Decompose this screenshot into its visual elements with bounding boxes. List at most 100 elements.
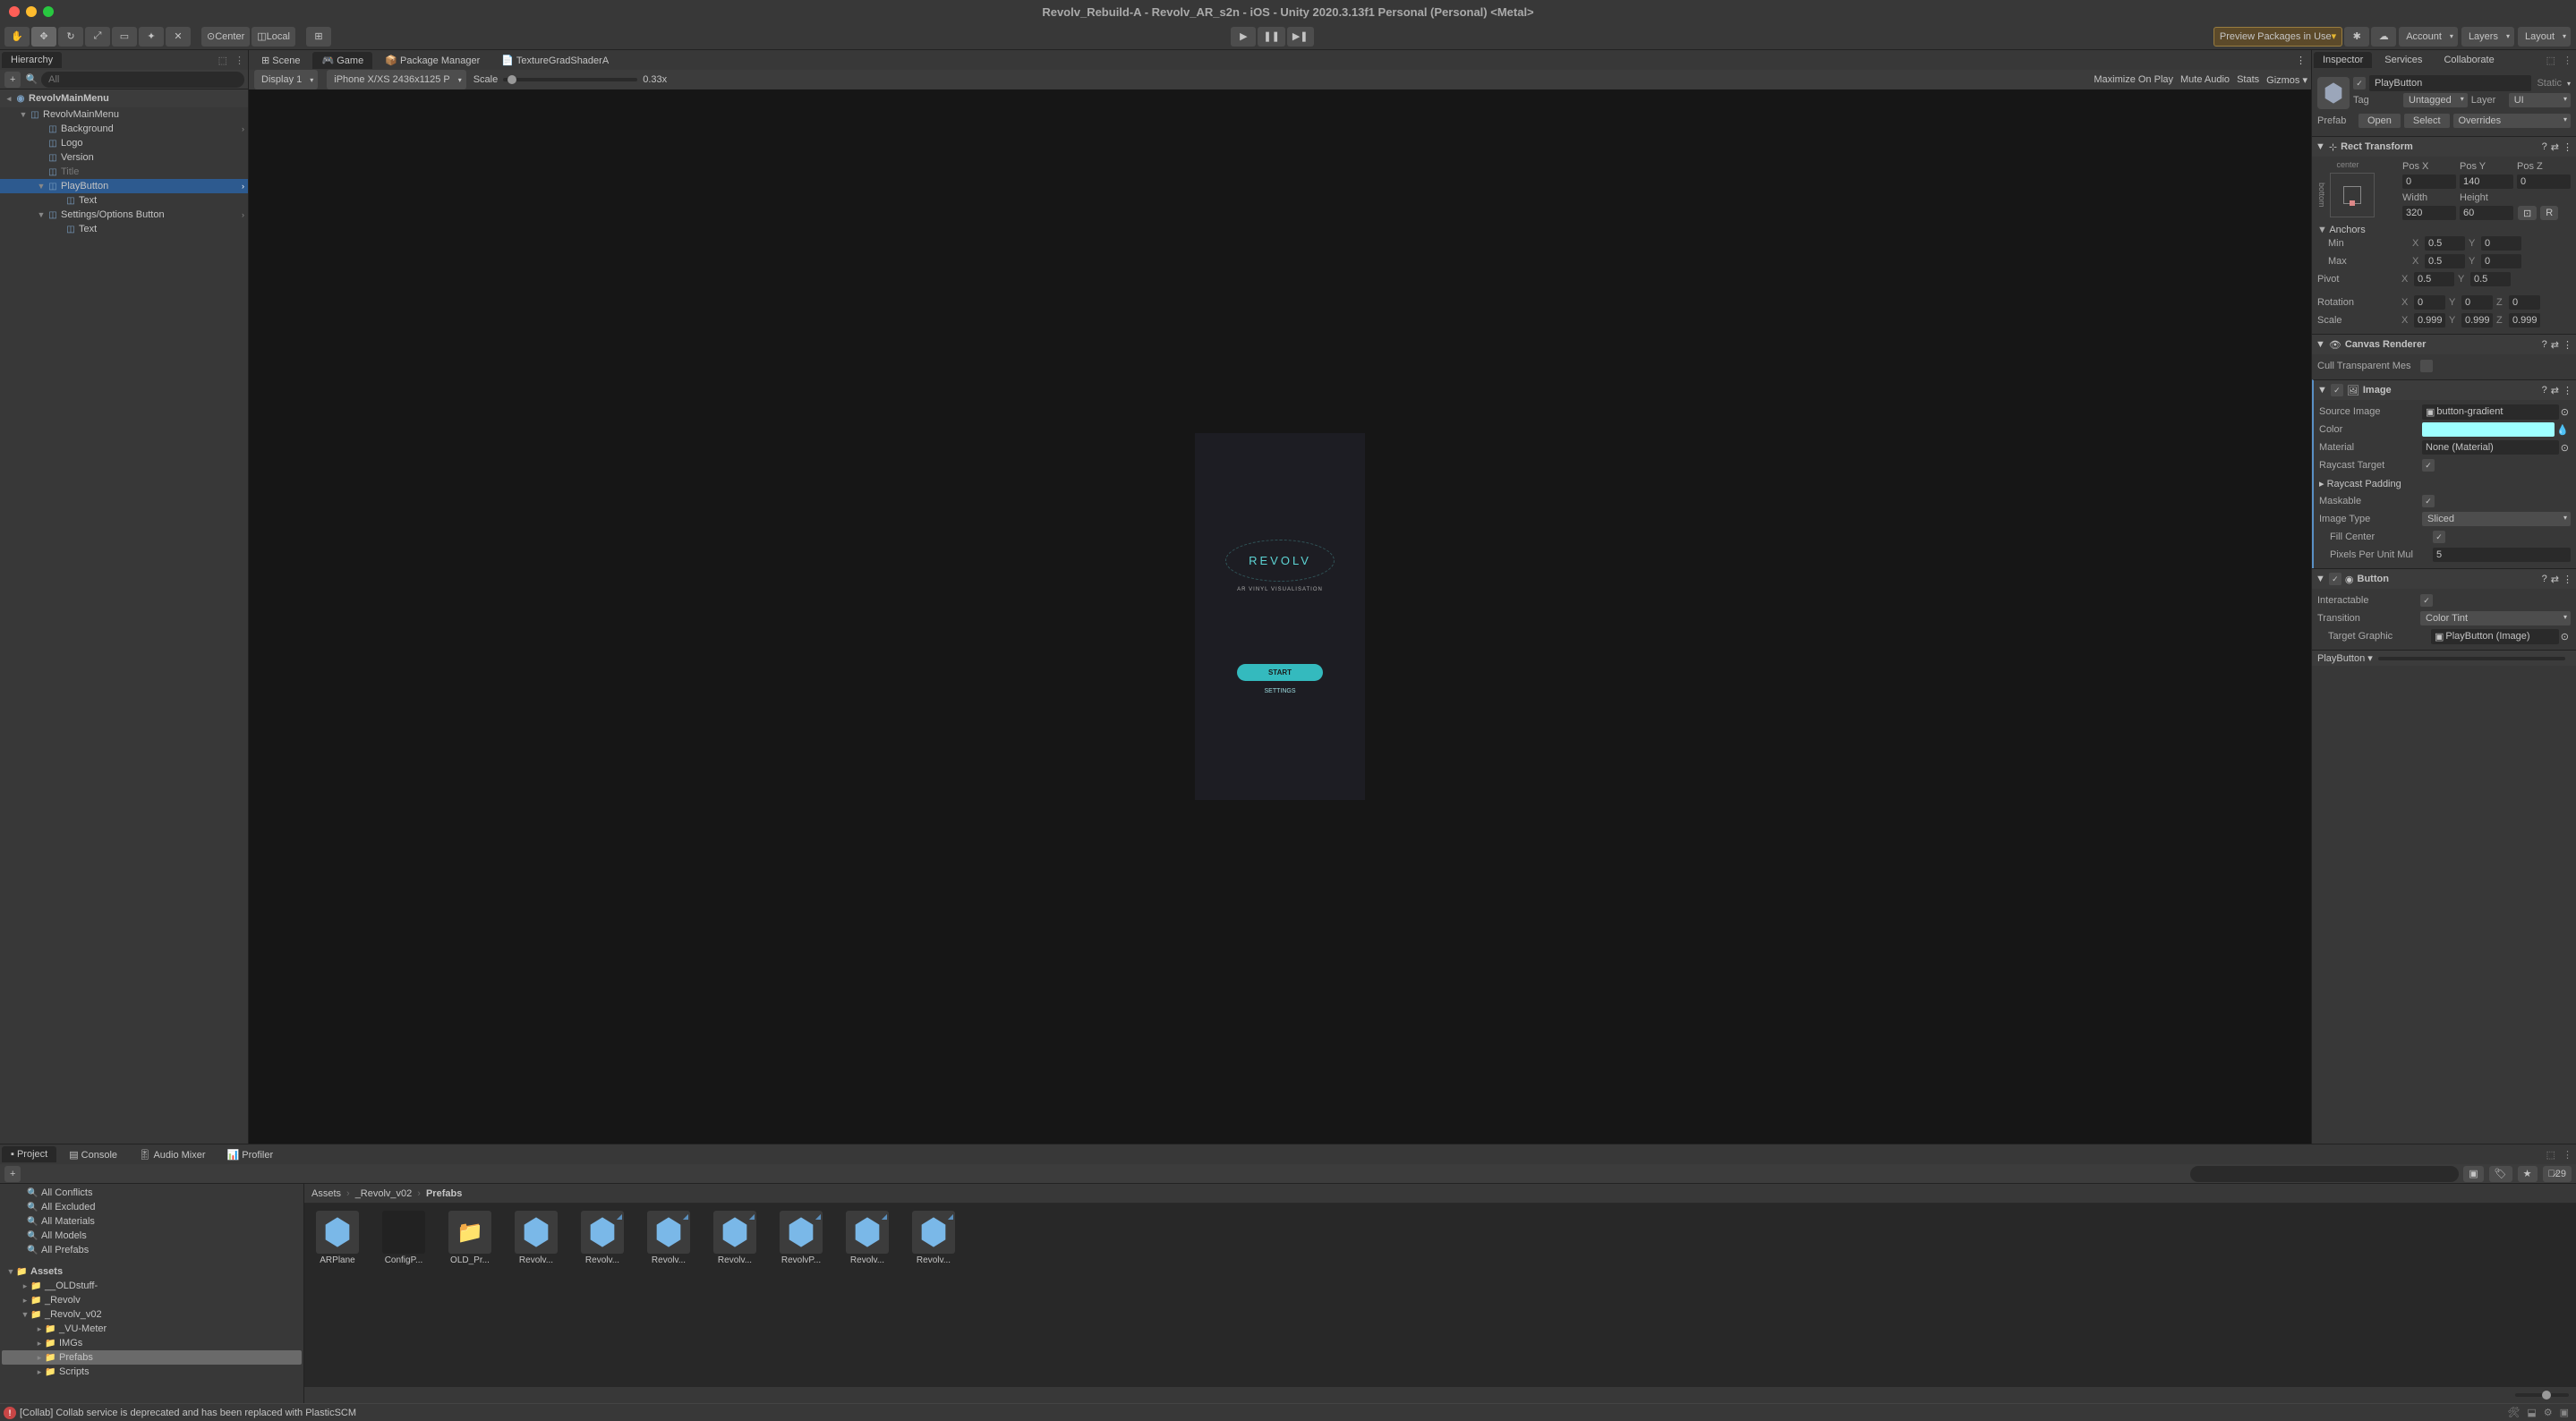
hierarchy-item[interactable]: ▼◫RevolvMainMenu xyxy=(0,107,248,122)
hierarchy-item[interactable]: ◫Logo xyxy=(0,136,248,150)
preview-packages-button[interactable]: Preview Packages in Use ▾ xyxy=(2213,27,2342,47)
folder-item[interactable]: ▸📁Prefabs xyxy=(2,1350,302,1365)
rotate-tool-button[interactable]: ↻ xyxy=(58,27,83,47)
prefab-open-button[interactable]: Open xyxy=(2358,114,2401,128)
cache-icon[interactable]: ⚙ xyxy=(2540,1407,2556,1418)
assets-root[interactable]: ▼ 📁 Assets xyxy=(2,1264,302,1279)
material-field[interactable]: None (Material) xyxy=(2422,440,2559,455)
hidden-button[interactable]: 👁̷ 29 xyxy=(2543,1166,2572,1182)
hierarchy-item[interactable]: ▼◫PlayButton› xyxy=(0,179,248,193)
mute-audio[interactable]: Mute Audio xyxy=(2180,74,2230,86)
hand-tool-button[interactable]: ✋ xyxy=(4,27,30,47)
hierarchy-tab[interactable]: Hierarchy xyxy=(2,52,62,68)
pivot-y-input[interactable] xyxy=(2470,272,2511,286)
context-menu-icon[interactable]: ⋮ xyxy=(2563,339,2572,351)
collaborate-tab[interactable]: Collaborate xyxy=(2435,52,2503,68)
pause-button[interactable]: ❚❚ xyxy=(1258,27,1284,47)
cull-transparent-checkbox[interactable] xyxy=(2420,360,2433,372)
panel-lock-icon[interactable]: ⬚ xyxy=(2543,1149,2559,1161)
panel-lock-icon[interactable]: ⬚ xyxy=(2543,55,2559,66)
help-icon[interactable]: ? xyxy=(2542,574,2547,584)
shader-tab[interactable]: 📄 TextureGradShaderA xyxy=(492,52,618,69)
preset-icon[interactable]: ⇄ xyxy=(2551,385,2559,396)
folder-item[interactable]: ▸📁Scripts xyxy=(2,1365,302,1379)
services-tab[interactable]: Services xyxy=(2376,52,2431,68)
help-icon[interactable]: ? xyxy=(2542,141,2547,152)
scale-y-input[interactable] xyxy=(2461,313,2493,328)
game-tab[interactable]: 🎮 Game xyxy=(312,52,372,69)
maskable-checkbox[interactable]: ✓ xyxy=(2422,495,2435,507)
posy-input[interactable] xyxy=(2460,174,2513,189)
move-tool-button[interactable]: ✥ xyxy=(31,27,56,47)
display-dropdown[interactable]: Display 1 xyxy=(254,70,318,89)
audio-mixer-tab[interactable]: 🎚 Audio Mixer xyxy=(130,1146,215,1163)
package-manager-tab[interactable]: 📦 Package Manager xyxy=(376,52,489,69)
filter-item[interactable]: 🔍All Prefabs xyxy=(2,1243,302,1257)
snap-button[interactable]: ⊞ xyxy=(306,27,331,47)
preset-icon[interactable]: ⇄ xyxy=(2551,141,2559,153)
gameobject-icon[interactable] xyxy=(2317,77,2350,109)
folder-item[interactable]: ▸📁__OLDstuff- xyxy=(2,1279,302,1293)
panel-menu-icon[interactable]: ⋮ xyxy=(231,55,248,66)
close-window-button[interactable] xyxy=(9,6,20,17)
scale-x-input[interactable] xyxy=(2414,313,2445,328)
image-type-dropdown[interactable]: Sliced xyxy=(2422,512,2571,526)
overrides-dropdown[interactable]: Overrides xyxy=(2453,114,2572,128)
filter-item[interactable]: 🔍All Models xyxy=(2,1229,302,1243)
hierarchy-item[interactable]: ◫Text xyxy=(0,222,248,236)
search-by-type-button[interactable]: ▣ xyxy=(2463,1166,2483,1182)
project-search-input[interactable] xyxy=(2190,1166,2459,1182)
progress-icon[interactable]: ⬓ xyxy=(2523,1407,2539,1418)
scene-tab[interactable]: ⊞ Scene xyxy=(252,52,309,69)
posz-input[interactable] xyxy=(2517,174,2571,189)
asset-item[interactable]: Revolv... xyxy=(510,1211,562,1265)
gameobject-name-input[interactable] xyxy=(2369,75,2531,91)
object-picker-icon[interactable]: ⊙ xyxy=(2559,406,2571,418)
context-menu-icon[interactable]: ⋮ xyxy=(2563,141,2572,153)
asset-item[interactable]: ◢Revolv... xyxy=(709,1211,761,1265)
asset-item[interactable]: ◢Revolv... xyxy=(908,1211,960,1265)
maximize-on-play[interactable]: Maximize On Play xyxy=(2094,74,2173,86)
hierarchy-item[interactable]: ◫Title xyxy=(0,165,248,179)
panel-menu-icon[interactable]: ⋮ xyxy=(2559,55,2576,66)
folder-item[interactable]: ▸📁_VU-Meter xyxy=(2,1322,302,1336)
scale-tool-button[interactable]: ⤢ xyxy=(85,27,110,47)
folder-item[interactable]: ▸📁_Revolv xyxy=(2,1293,302,1307)
rot-z-input[interactable] xyxy=(2509,295,2540,310)
asset-item[interactable]: ◢Revolv... xyxy=(576,1211,628,1265)
thumbnail-size-slider[interactable] xyxy=(2515,1393,2569,1397)
maximize-window-button[interactable] xyxy=(43,6,54,17)
layout-dropdown[interactable]: Layout xyxy=(2518,27,2571,47)
auto-lighting-icon[interactable]: 🛠 xyxy=(2503,1407,2523,1418)
preset-icon[interactable]: ⇄ xyxy=(2551,339,2559,351)
button-header[interactable]: ▼ ✓ ◉ Button ? ⇄ ⋮ xyxy=(2312,569,2576,589)
resolution-dropdown[interactable]: iPhone X/XS 2436x1125 P xyxy=(327,70,465,89)
asset-item[interactable]: ◢Revolv... xyxy=(841,1211,893,1265)
color-picker-icon[interactable]: 💧 xyxy=(2555,424,2571,436)
filter-item[interactable]: 🔍All Conflicts xyxy=(2,1186,302,1200)
minimize-window-button[interactable] xyxy=(26,6,37,17)
rot-x-input[interactable] xyxy=(2414,295,2445,310)
hierarchy-item[interactable]: ◫Text xyxy=(0,193,248,208)
cloud-icon-button[interactable]: ☁ xyxy=(2371,27,2396,47)
account-dropdown[interactable]: Account xyxy=(2399,27,2458,47)
static-dropdown[interactable]: ▾ xyxy=(2567,80,2571,88)
target-graphic-field[interactable]: ▣ PlayButton (Image) xyxy=(2431,629,2559,644)
raycast-padding-foldout[interactable]: ▸ Raycast Padding xyxy=(2319,478,2401,489)
height-input[interactable] xyxy=(2460,206,2513,220)
width-input[interactable] xyxy=(2402,206,2456,220)
pivot-mode-button[interactable]: ⊙ Center xyxy=(201,27,250,47)
active-checkbox[interactable]: ✓ xyxy=(2353,77,2366,89)
asset-item[interactable]: 📁OLD_Pr... xyxy=(444,1211,496,1265)
help-icon[interactable]: ? xyxy=(2542,385,2547,396)
asset-item[interactable]: ◢Revolv... xyxy=(643,1211,695,1265)
layers-dropdown[interactable]: Layers xyxy=(2461,27,2514,47)
pivot-x-input[interactable] xyxy=(2414,272,2454,286)
profiler-tab[interactable]: 📊 Profiler xyxy=(218,1146,283,1163)
tab-menu-icon[interactable]: ⋮ xyxy=(2292,55,2309,66)
hierarchy-search-input[interactable] xyxy=(41,72,244,88)
anchors-foldout[interactable]: ▼ Anchors xyxy=(2317,225,2571,235)
asset-item[interactable]: ConfigP... xyxy=(378,1211,430,1265)
preset-icon[interactable]: ⇄ xyxy=(2551,574,2559,585)
console-tab[interactable]: ▤ Console xyxy=(60,1146,126,1163)
